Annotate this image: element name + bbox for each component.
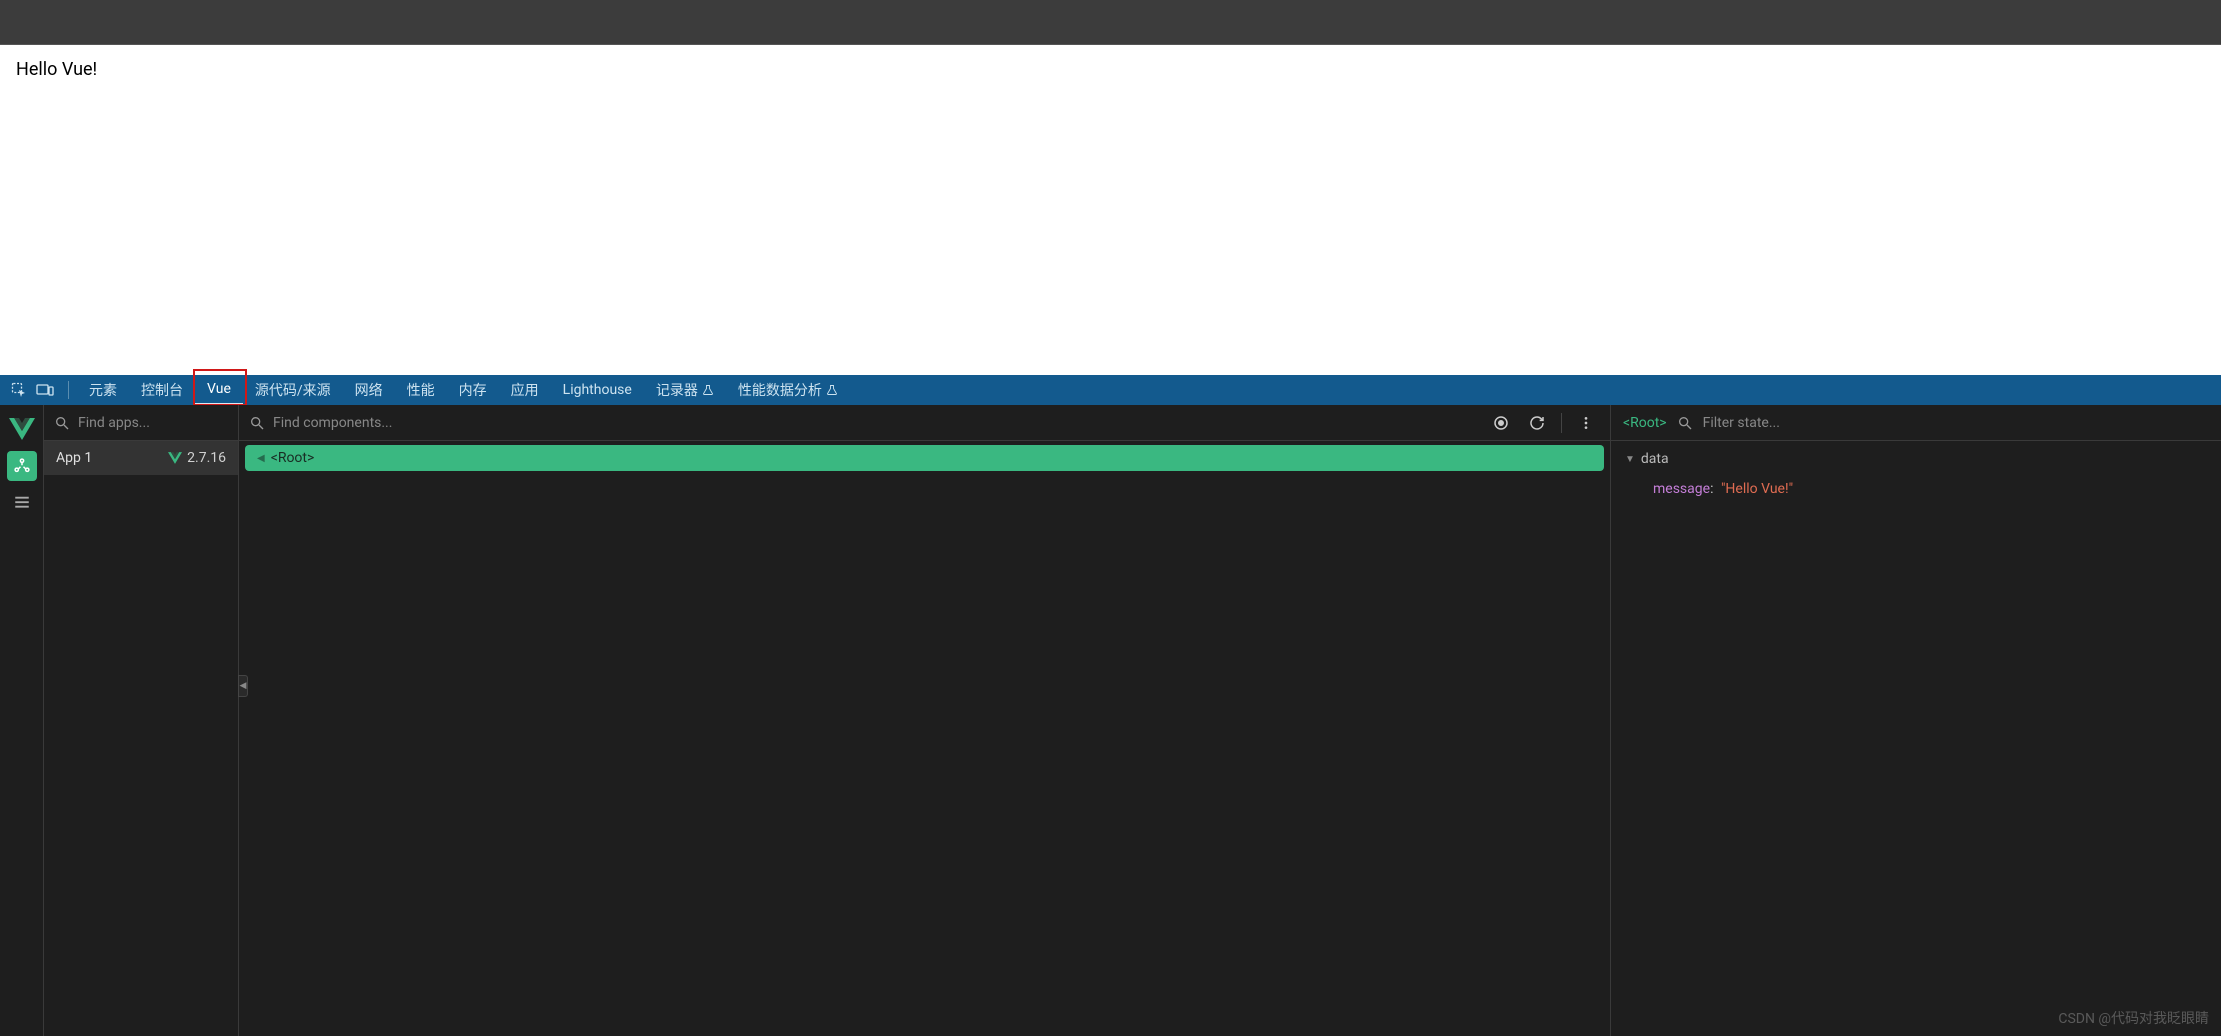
- tab-sources[interactable]: 源代码/来源: [243, 375, 343, 405]
- tab-label: 记录器: [656, 380, 698, 400]
- components-toolbar: [239, 405, 1610, 441]
- components-tool-button[interactable]: [7, 451, 37, 481]
- tab-label: 源代码/来源: [255, 380, 331, 400]
- state-column: <Root> ▼ data message: "Hello Vue!": [1611, 405, 2221, 1036]
- tab-network[interactable]: 网络: [343, 375, 395, 405]
- tab-label: 应用: [511, 380, 539, 400]
- tab-memory[interactable]: 内存: [447, 375, 499, 405]
- tab-label: 性能: [407, 380, 435, 400]
- app-name-label: App 1: [56, 450, 92, 466]
- tab-label: 性能数据分析: [738, 380, 822, 400]
- tab-label: Lighthouse: [563, 382, 632, 398]
- refresh-components-button[interactable]: [1523, 409, 1551, 437]
- panel-collapse-handle[interactable]: ◀: [238, 675, 248, 697]
- device-toolbar-icon[interactable]: [34, 379, 56, 401]
- tab-label: 网络: [355, 380, 383, 400]
- devtools-tab-bar: 元素 控制台 Vue 源代码/来源 网络 性能 内存 应用 Lighthouse…: [0, 375, 2221, 405]
- tab-insights[interactable]: 性能数据分析: [726, 375, 850, 405]
- page-text: Hello Vue!: [16, 59, 97, 80]
- state-kv-row[interactable]: message: "Hello Vue!": [1625, 477, 2207, 502]
- inspect-element-icon[interactable]: [8, 379, 30, 401]
- caret-down-icon: ▼: [1625, 454, 1635, 465]
- search-icon: [249, 415, 265, 431]
- vue-logo-icon: [6, 413, 38, 445]
- vue-small-icon: [168, 452, 182, 464]
- tab-label: 元素: [89, 380, 117, 400]
- tab-label: 控制台: [141, 380, 183, 400]
- flask-icon: [702, 384, 714, 396]
- tab-elements[interactable]: 元素: [77, 375, 129, 405]
- apps-toolbar: [44, 405, 238, 441]
- state-body: ▼ data message: "Hello Vue!": [1611, 441, 2221, 512]
- tab-vue[interactable]: Vue: [195, 375, 243, 405]
- tab-recorder[interactable]: 记录器: [644, 375, 726, 405]
- apps-column: App 1 2.7.16: [44, 405, 239, 1036]
- state-component-label: <Root>: [1623, 415, 1667, 431]
- tab-label: 内存: [459, 380, 487, 400]
- components-search-input[interactable]: [273, 415, 1479, 431]
- select-component-button[interactable]: [1487, 409, 1515, 437]
- state-key: message: [1653, 481, 1710, 497]
- tab-performance[interactable]: 性能: [395, 375, 447, 405]
- vue-side-rail: [0, 405, 44, 1036]
- tab-lighthouse[interactable]: Lighthouse: [551, 375, 644, 405]
- tab-application[interactable]: 应用: [499, 375, 551, 405]
- component-node-label: <Root>: [271, 450, 315, 466]
- more-options-button[interactable]: [1572, 409, 1600, 437]
- divider: [1561, 413, 1562, 433]
- timeline-tool-button[interactable]: [7, 487, 37, 517]
- state-section-label: data: [1641, 451, 1669, 467]
- tab-label: Vue: [207, 381, 231, 397]
- browser-chrome-bar: [0, 0, 2221, 45]
- component-tree: ◀ <Root>: [239, 441, 1610, 475]
- vue-devtools-panel: App 1 2.7.16 ◀ <Root>: [0, 405, 2221, 1036]
- app-list-item[interactable]: App 1 2.7.16: [44, 441, 238, 475]
- state-toolbar: <Root>: [1611, 405, 2221, 441]
- apps-search-input[interactable]: [78, 415, 256, 431]
- vue-version-badge: 2.7.16: [168, 450, 226, 466]
- version-text: 2.7.16: [187, 450, 226, 466]
- state-filter-input[interactable]: [1703, 415, 2209, 431]
- search-icon: [1677, 415, 1693, 431]
- flask-icon: [826, 384, 838, 396]
- search-icon: [54, 415, 70, 431]
- page-viewport: Hello Vue!: [0, 45, 2221, 375]
- state-section-data[interactable]: ▼ data: [1625, 451, 2207, 467]
- divider: [68, 381, 69, 399]
- state-value: "Hello Vue!": [1721, 481, 1793, 497]
- component-node-root[interactable]: ◀ <Root>: [245, 445, 1604, 471]
- components-column: ◀ <Root> ◀: [239, 405, 1611, 1036]
- colon: :: [1710, 481, 1713, 497]
- tab-console[interactable]: 控制台: [129, 375, 195, 405]
- caret-icon: ◀: [257, 453, 265, 464]
